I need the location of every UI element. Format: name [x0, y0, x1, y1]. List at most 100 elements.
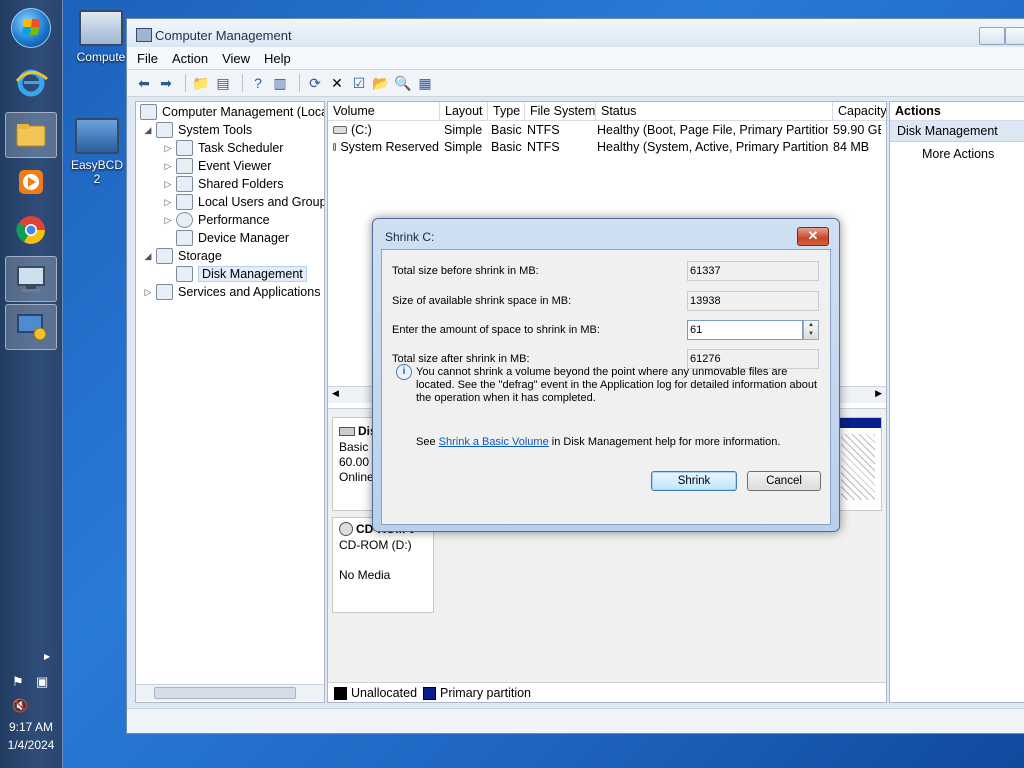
clock-date[interactable]: 1/4/2024	[0, 738, 62, 752]
action-center-icon[interactable]: ⚑	[12, 674, 24, 690]
tree-storage[interactable]: ◢ Storage	[142, 248, 222, 264]
tree-disk-management[interactable]: Disk Management	[162, 266, 307, 282]
shrink-button[interactable]: Shrink	[651, 471, 737, 491]
title-bar[interactable]: Computer Management	[127, 19, 1024, 47]
collapse-icon[interactable]: ◢	[142, 125, 154, 136]
unallocated-partition[interactable]	[836, 417, 882, 511]
minimize-button[interactable]	[979, 27, 1005, 45]
menu-help[interactable]: Help	[264, 51, 291, 66]
toolbar-separator	[242, 74, 243, 92]
legend: Unallocated Primary partition	[328, 682, 886, 702]
expand-icon[interactable]: ▷	[142, 287, 154, 298]
volume-row[interactable]: System Reserved Simple Basic NTFS Health…	[328, 138, 886, 155]
storage-icon	[156, 248, 173, 264]
tray-expand-icon[interactable]: ▶	[44, 652, 50, 661]
delete-icon[interactable]: ✕	[328, 74, 346, 92]
available-space-row: Size of available shrink space in MB: 13…	[392, 290, 822, 312]
drive-icon	[333, 125, 347, 134]
column-volume[interactable]: Volume	[328, 102, 440, 120]
clock-time[interactable]: 9:17 AM	[0, 720, 62, 734]
start-button[interactable]	[5, 6, 57, 50]
expand-icon[interactable]: ▷	[162, 197, 174, 208]
menu-file[interactable]: File	[137, 51, 158, 66]
event-viewer-icon	[176, 158, 193, 174]
properties-icon[interactable]: ☑	[350, 74, 368, 92]
tree-task-scheduler[interactable]: ▷ Task Scheduler	[162, 140, 283, 156]
up-folder-icon[interactable]: 📁	[192, 74, 210, 92]
device-manager-icon	[176, 230, 193, 246]
tree-system-tools[interactable]: ◢ System Tools	[142, 122, 252, 138]
shrink-amount-row: Enter the amount of space to shrink in M…	[392, 319, 822, 341]
easybcd-icon	[75, 118, 119, 154]
scroll-left-icon[interactable]: ◀	[332, 388, 339, 399]
volume-muted-icon[interactable]: 🔇	[12, 698, 28, 714]
settings-grid-icon[interactable]: ▦	[416, 74, 434, 92]
unallocated-swatch	[334, 686, 347, 700]
taskbar-media-player[interactable]	[5, 160, 57, 204]
more-actions-link[interactable]: More Actions	[890, 142, 1024, 166]
scroll-right-icon[interactable]: ▶	[875, 388, 882, 399]
desktop-icon-easybcd[interactable]: EasyBCD 2	[66, 118, 128, 186]
search-icon[interactable]: 🔍	[394, 74, 412, 92]
refresh-icon[interactable]: ⟳	[306, 74, 324, 92]
shrink-amount-stepper[interactable]: ▲ ▼	[803, 320, 819, 340]
tree-performance[interactable]: ▷ Performance	[162, 212, 270, 228]
tree-local-users[interactable]: ▷ Local Users and Groups	[162, 194, 324, 210]
tree-shared-folders[interactable]: ▷ Shared Folders	[162, 176, 283, 192]
desktop-icon-computer[interactable]: Compute	[70, 10, 132, 64]
maximize-button[interactable]	[1005, 27, 1024, 45]
collapse-icon[interactable]: ◢	[142, 251, 154, 262]
expand-icon[interactable]: ▷	[162, 161, 174, 172]
column-file-system[interactable]: File System	[525, 102, 596, 120]
tree-device-manager[interactable]: Device Manager	[162, 230, 289, 246]
tree-event-viewer[interactable]: ▷ Event Viewer	[162, 158, 271, 174]
taskbar-internet-explorer[interactable]	[5, 60, 57, 104]
legend-unallocated: Unallocated	[351, 686, 418, 700]
tree-horizontal-scrollbar[interactable]	[136, 684, 324, 701]
expand-icon[interactable]: ▷	[162, 143, 174, 154]
menu-view[interactable]: View	[222, 51, 250, 66]
network-icon[interactable]: ▣	[36, 674, 48, 690]
help-icon[interactable]: ?	[249, 74, 267, 92]
column-type[interactable]: Type	[488, 102, 525, 120]
forward-icon[interactable]: ➡	[157, 74, 175, 92]
scrollbar-thumb[interactable]	[154, 687, 296, 699]
taskbar-chrome[interactable]	[5, 208, 57, 252]
total-before-field: 61337	[687, 261, 819, 281]
shrink-basic-volume-link[interactable]: Shrink a Basic Volume	[439, 436, 549, 448]
taskbar-file-explorer[interactable]	[5, 112, 57, 158]
menu-action[interactable]: Action	[172, 51, 208, 66]
actions-pane: Actions Disk Management More Actions	[889, 101, 1024, 703]
shrink-amount-input[interactable]: 61	[687, 320, 803, 340]
info-message: You cannot shrink a volume beyond the po…	[416, 366, 818, 404]
windows-orb-icon	[11, 8, 51, 48]
tree-services[interactable]: ▷ Services and Applications	[142, 284, 320, 300]
dialog-close-button[interactable]: ✕	[797, 227, 829, 246]
cancel-button[interactable]: Cancel	[747, 471, 821, 491]
expand-icon[interactable]: ▷	[162, 215, 174, 226]
back-icon[interactable]: ⬅	[135, 74, 153, 92]
column-status[interactable]: Status	[596, 102, 833, 120]
volume-row[interactable]: (C:) Simple Basic NTFS Healthy (Boot, Pa…	[328, 121, 886, 138]
taskbar-easybcd[interactable]	[5, 304, 57, 350]
media-player-icon	[19, 170, 43, 194]
expand-icon[interactable]: ▷	[162, 179, 174, 190]
computer-management-icon	[140, 104, 157, 120]
menu-bar: File Action View Help	[127, 47, 1024, 70]
tree-root[interactable]: Computer Management (Local	[138, 104, 324, 120]
dialog-title: Shrink C:	[385, 230, 435, 244]
open-folder-icon[interactable]: 📂	[372, 74, 390, 92]
column-layout[interactable]: Layout	[440, 102, 488, 120]
navigation-tree: Computer Management (Local ◢ System Tools…	[135, 101, 325, 703]
cdrom-icon	[339, 522, 353, 536]
status-bar	[127, 708, 1024, 733]
actions-section-disk-management[interactable]: Disk Management	[890, 121, 1024, 142]
column-capacity[interactable]: Capacity	[833, 102, 886, 120]
shared-folder-icon	[176, 176, 193, 192]
chrome-icon	[16, 216, 45, 244]
taskbar-computer-management[interactable]	[5, 256, 57, 302]
tools-icon	[156, 122, 173, 138]
actions-header: Actions	[890, 102, 1024, 121]
show-hide-tree-icon[interactable]: ▤	[214, 74, 232, 92]
show-hide-action-pane-icon[interactable]: ▥	[271, 74, 289, 92]
